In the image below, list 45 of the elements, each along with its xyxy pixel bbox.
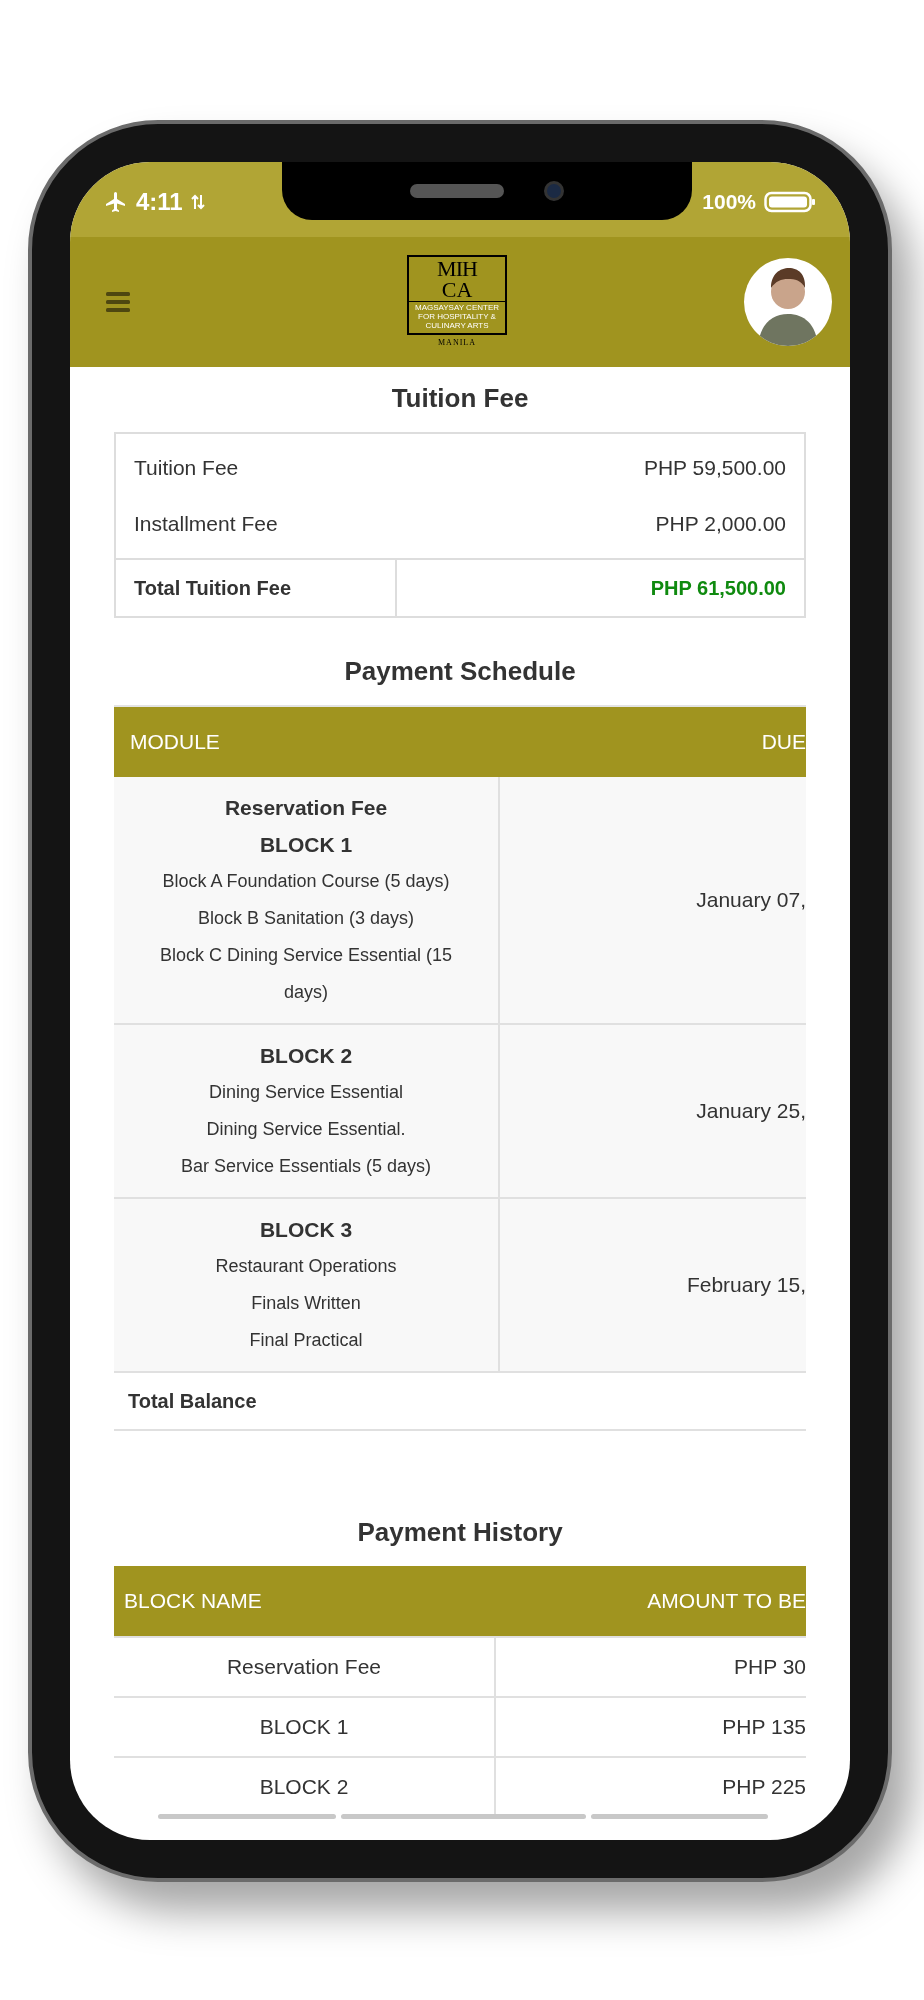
total-label: Total Tuition Fee	[134, 576, 292, 601]
column-header: BLOCK NAME	[124, 1588, 262, 1615]
total-amount: PHP 61,500.00	[650, 576, 786, 601]
menu-icon[interactable]	[106, 291, 130, 313]
module-item: Dining Service Essential.	[206, 1118, 406, 1141]
module-item: Block A Foundation Course (5 days)	[162, 870, 450, 893]
section-title: Payment Schedule	[343, 655, 577, 688]
column-header: DUE	[761, 729, 806, 756]
amount: PHP 225	[722, 1774, 806, 1801]
column-header: AMOUNT TO BE	[647, 1588, 806, 1615]
module-item: Restaurant Operations	[215, 1255, 397, 1278]
block-heading: BLOCK 1	[259, 832, 353, 858]
section-title: Tuition Fee	[390, 382, 530, 415]
amount: PHP 30	[734, 1654, 806, 1681]
block-name: Reservation Fee	[226, 1654, 382, 1681]
logo-place: MANILA	[438, 337, 476, 349]
logo-tagline: MAGSAYSAY CENTER FOR HOSPITALITY & CULINARY ARTS	[409, 301, 505, 330]
block-name: BLOCK 2	[259, 1774, 349, 1801]
block-name: BLOCK 1	[259, 1714, 349, 1741]
fee-label: Tuition Fee	[134, 455, 239, 482]
block-heading: BLOCK 3	[259, 1217, 353, 1243]
module-item: Dining Service Essential	[208, 1081, 404, 1104]
fee-label: Installment Fee	[134, 511, 278, 538]
due-date: January 25,	[696, 1098, 806, 1125]
module-item: Block C Dining Service Essential (15 days)	[158, 944, 454, 1004]
data-arrows-icon	[190, 192, 205, 211]
amount: PHP 135	[722, 1714, 806, 1741]
fee-amount: PHP 59,500.00	[643, 455, 786, 482]
column-header: MODULE	[130, 729, 220, 756]
module-item: Bar Service Essentials (5 days)	[180, 1155, 432, 1178]
logo-mark-bottom: CA	[441, 280, 473, 300]
fee-amount: PHP 2,000.00	[655, 511, 786, 538]
due-date: February 15,	[686, 1272, 806, 1299]
module-item: Final Practical	[249, 1329, 363, 1352]
section-title: Payment History	[356, 1516, 564, 1549]
battery-icon	[764, 189, 816, 214]
status-time: 4:11	[136, 186, 183, 217]
block-heading: BLOCK 2	[259, 1043, 353, 1069]
module-item: Block B Sanitation (3 days)	[197, 907, 415, 930]
due-date: January 07,	[696, 887, 806, 914]
logo-mark-top: MIH	[437, 258, 477, 280]
block-heading: Reservation Fee	[224, 795, 388, 821]
total-balance-label: Total Balance	[128, 1389, 257, 1414]
battery-percent: 100%	[702, 188, 756, 215]
module-item: Finals Written	[251, 1292, 361, 1315]
